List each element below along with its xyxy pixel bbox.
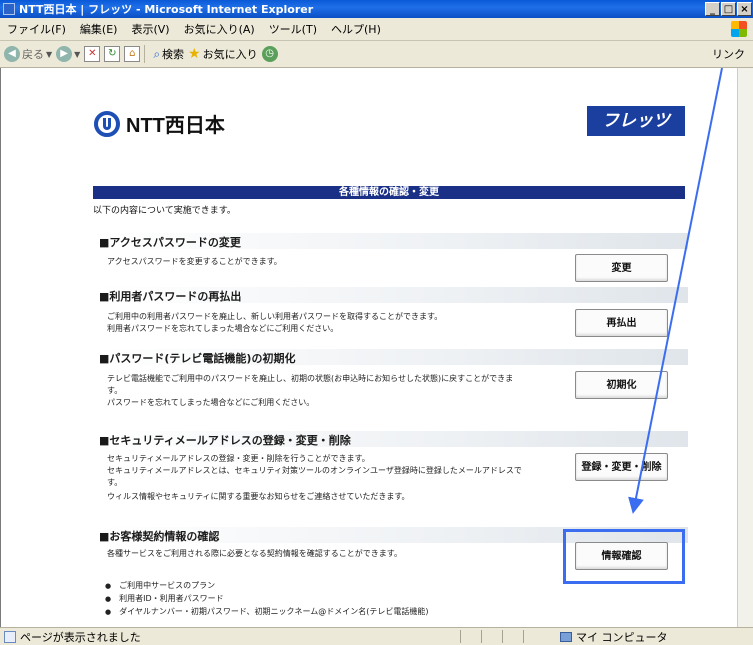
initialize-button[interactable]: 初期化 (575, 371, 668, 399)
list-item: 利用者ID・利用者パスワード (105, 593, 429, 604)
section-title: ■お客様契約情報の確認 (99, 530, 220, 543)
home-icon: ⌂ (124, 46, 141, 62)
search-label: 検索 (162, 48, 185, 61)
menu-favorites[interactable]: お気に入り(A) (177, 21, 262, 37)
section-description: アクセスパスワードを変更することができます。 (107, 257, 282, 266)
section-description: 各種サービスをご利用される際に必要となる契約情報を確認することができます。 (107, 549, 402, 558)
toolbar-divider (144, 45, 146, 63)
window-titlebar[interactable]: NTT西日本 | フレッツ - Microsoft Internet Explo… (0, 0, 753, 18)
section-title: ■アクセスパスワードの変更 (99, 236, 241, 249)
security-zone[interactable]: マイ コンピュータ (560, 629, 668, 645)
favorites-button[interactable]: ★ お気に入り (188, 46, 258, 62)
section-description: ご利用中の利用者パスワードを廃止し、新しい利用者パスワードを取得することができま… (107, 312, 443, 321)
section-description: セキュリティメールアドレスの登録・変更・削除を行うことができます。 (107, 454, 370, 463)
section-title: ■利用者パスワードの再払出 (99, 290, 242, 303)
home-button[interactable]: ⌂ (124, 46, 141, 62)
flets-logo[interactable]: フレッツ (587, 106, 685, 136)
change-button[interactable]: 変更 (575, 254, 668, 282)
ie-app-icon (3, 3, 15, 15)
minimize-button[interactable]: _ (705, 2, 720, 16)
menu-file[interactable]: ファイル(F) (0, 21, 73, 37)
forward-button[interactable]: ▶ ▼ (56, 46, 80, 62)
section-description: テレビ電話機能でご利用中のパスワードを廃止し、初期の状態(お申込時にお知らせした… (107, 374, 514, 383)
windows-logo-icon (731, 21, 747, 37)
section-videophone-password-reset: ■パスワード(テレビ電話機能)の初期化 テレビ電話機能でご利用中のパスワードを廃… (97, 349, 688, 419)
section-description: ウィルス情報やセキュリティに関する重要なお知らせをご連絡させていただきます。 (107, 492, 410, 501)
section-title: ■セキュリティメールアドレスの登録・変更・削除 (99, 434, 351, 447)
menu-tools[interactable]: ツール(T) (262, 21, 324, 37)
intro-text: 以下の内容について実施できます。 (93, 206, 236, 216)
star-icon: ★ (188, 46, 201, 62)
refresh-icon: ↻ (104, 46, 121, 62)
section-security-mail-address: ■セキュリティメールアドレスの登録・変更・削除 セキュリティメールアドレスの登録… (97, 431, 688, 511)
chevron-down-icon: ▼ (46, 49, 53, 59)
status-pane (523, 630, 544, 643)
back-arrow-icon: ◀ (4, 46, 20, 62)
menu-edit[interactable]: 編集(E) (73, 21, 125, 37)
page-heading: 各種情報の確認・変更 (93, 186, 685, 199)
history-icon: ◷ (261, 46, 278, 62)
ntt-west-logo[interactable]: NTT西日本 (94, 109, 225, 138)
status-pane (460, 630, 481, 643)
maximize-button[interactable]: □ (721, 2, 736, 16)
favorites-label: お気に入り (202, 48, 258, 61)
register-change-delete-button[interactable]: 登録・変更・削除 (575, 453, 668, 481)
section-description: パスワードを忘れてしまった場合などにご利用ください。 (107, 398, 315, 407)
section-description: セキュリティメールアドレスとは、セキュリティ対策ツールのオンラインユーザ登録時に… (107, 466, 522, 475)
history-button[interactable]: ◷ (261, 46, 278, 62)
section-description: す。 (107, 386, 123, 395)
refresh-button[interactable]: ↻ (104, 46, 121, 62)
status-bar: ページが表示されました マイ コンピュータ (0, 627, 753, 645)
section-user-password-reissue: ■利用者パスワードの再払出 ご利用中の利用者パスワードを廃止し、新しい利用者パス… (97, 287, 688, 347)
stop-button[interactable]: ✕ (84, 46, 101, 62)
close-button[interactable]: × (737, 2, 752, 16)
menu-help[interactable]: ヘルプ(H) (324, 21, 388, 37)
list-item: ご利用中サービスのプラン (105, 580, 429, 591)
reissue-button[interactable]: 再払出 (575, 309, 668, 337)
status-text: ページが表示されました (20, 630, 141, 644)
list-item: ダイヤルナンバー・初期パスワード、初期ニックネーム@ドメイン名(テレビ電話機能) (105, 606, 428, 617)
page-icon (4, 630, 16, 643)
search-icon: ⌕ (153, 46, 161, 61)
section-access-password: ■アクセスパスワードの変更 アクセスパスワードを変更することができます。 変更 (97, 233, 688, 288)
page-content: NTT西日本 フレッツ 各種情報の確認・変更 以下の内容について実施できます。 … (0, 68, 738, 627)
vertical-scrollbar[interactable] (737, 68, 753, 627)
section-description: す。 (107, 478, 123, 487)
forward-arrow-icon: ▶ (56, 46, 73, 62)
browser-toolbar: ◀ 戻る ▼ ▶ ▼ ✕ ↻ ⌂ ⌕ 検索 ★ お気に入り ◷ リンク (0, 41, 753, 68)
links-bar[interactable]: リンク (712, 46, 745, 62)
highlight-box (563, 529, 685, 584)
status-pane (481, 630, 502, 643)
window-controls: _ □ × (705, 2, 752, 16)
stop-icon: ✕ (84, 46, 101, 62)
back-button[interactable]: ◀ 戻る ▼ (4, 46, 52, 62)
menu-view[interactable]: 表示(V) (124, 21, 176, 37)
chevron-down-icon: ▼ (74, 49, 81, 59)
ntt-logo-mark-icon (94, 110, 120, 137)
status-pane (502, 630, 523, 643)
section-title: ■パスワード(テレビ電話機能)の初期化 (99, 352, 296, 365)
window-title: NTT西日本 | フレッツ - Microsoft Internet Explo… (19, 3, 314, 16)
back-label: 戻る (22, 48, 44, 61)
menu-bar: ファイル(F) 編集(E) 表示(V) お気に入り(A) ツール(T) ヘルプ(… (0, 18, 753, 41)
contract-info-list: ご利用中サービスのプラン 利用者ID・利用者パスワード ダイヤルナンバー・初期パ… (105, 580, 429, 619)
computer-icon (560, 631, 572, 642)
section-description: 利用者パスワードを忘れてしまった場合などにご利用ください。 (107, 324, 339, 333)
zone-label: マイ コンピュータ (576, 630, 668, 644)
ntt-logo-text: NTT西日本 (126, 115, 225, 137)
status-panes (460, 630, 544, 643)
search-button[interactable]: ⌕ 検索 (153, 46, 184, 62)
